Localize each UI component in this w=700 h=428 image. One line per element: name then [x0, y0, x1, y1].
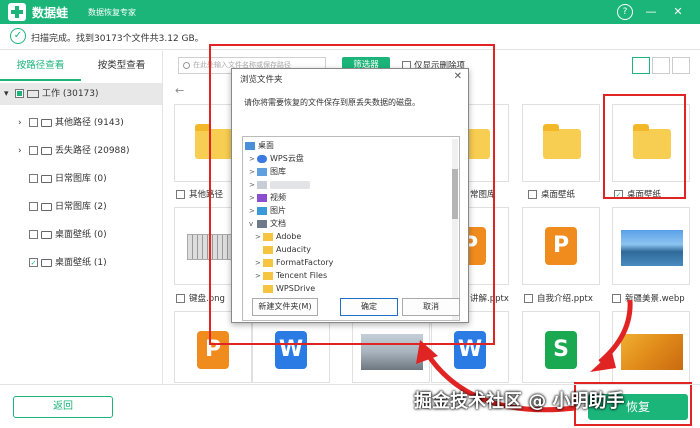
watermark-text: 掘金技术社区 @ 小明助手 [414, 391, 625, 412]
annotation-arrows [416, 299, 633, 413]
arrow-to-recover [598, 299, 633, 364]
arrow-head-recover [590, 352, 616, 372]
